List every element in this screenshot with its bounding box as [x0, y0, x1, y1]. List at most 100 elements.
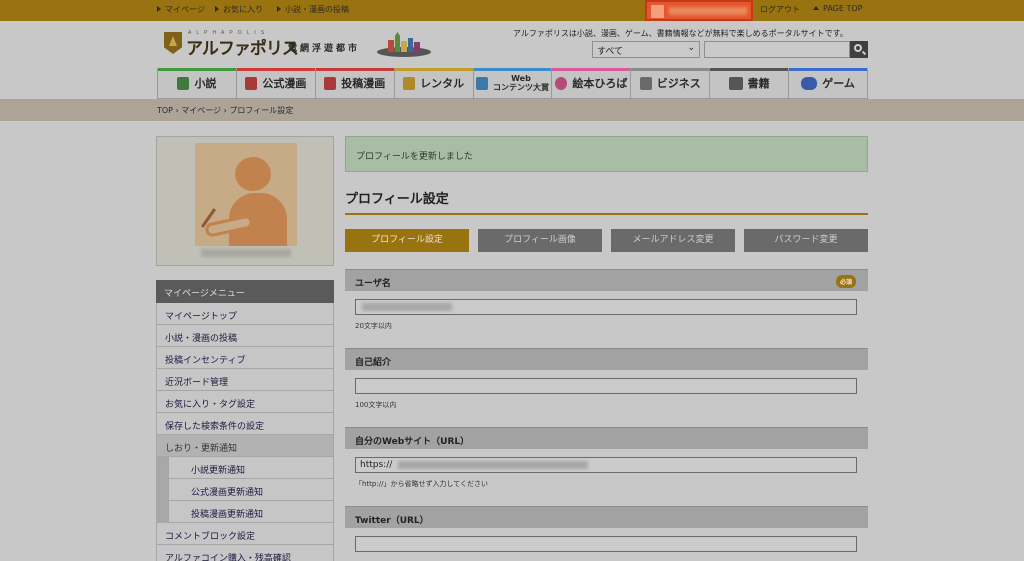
bio-section-header: 自己紹介: [345, 348, 868, 370]
favorites-link-label: お気に入り: [223, 5, 263, 14]
nav-tab-label: 書籍: [747, 77, 770, 90]
search-input[interactable]: [704, 41, 850, 58]
bio-hint: 100文字以内: [355, 401, 397, 409]
logo-city-text: 電網浮遊都市: [288, 44, 361, 54]
breadcrumb[interactable]: TOP › マイページ › プロフィール設定: [157, 105, 293, 116]
sidebar-item-status-board[interactable]: 近況ボード管理: [156, 369, 334, 391]
logout-link[interactable]: ログアウト: [760, 4, 800, 15]
nav-tab-label: レンタル: [420, 77, 465, 90]
nav-tab-label: 小説: [194, 77, 217, 90]
post-link-label: 小説・漫画の投稿: [285, 5, 349, 14]
city-illustration-icon: [377, 32, 431, 57]
manga-post-icon: [324, 76, 337, 90]
website-field[interactable]: https://: [355, 457, 857, 473]
search-scope-value: すべて: [597, 47, 624, 57]
site-tagline: アルファポリスは小説、漫画、ゲーム、書籍情報などが無料で楽しめるポータルサイトで…: [513, 29, 848, 38]
page-top-link[interactable]: PAGE TOP: [813, 4, 862, 13]
tab-password-change[interactable]: パスワード変更: [744, 229, 868, 252]
bio-label: 自己紹介: [355, 358, 392, 368]
tab-profile-image[interactable]: プロフィール画像: [478, 229, 602, 252]
username-hint: 20文字以内: [355, 322, 392, 330]
website-label: 自分のWebサイト（URL）: [355, 437, 470, 447]
nav-tab-label: ビジネス: [656, 77, 701, 90]
main-content: プロフィールを更新しました プロフィール設定 プロフィール設定 プロフィール画像…: [345, 136, 868, 552]
nav-tab-label: 絵本ひろば: [572, 77, 628, 90]
chevron-down-icon: ⌄: [687, 43, 695, 53]
avatar-head-shape: [235, 157, 271, 191]
nav-tab-label: 投稿漫画: [341, 77, 386, 90]
sidebar-item-saved-search[interactable]: 保存した検索条件の設定: [156, 413, 334, 435]
search-icon: [854, 44, 862, 52]
nav-tab-books[interactable]: 書籍: [710, 68, 790, 99]
website-section-header: 自分のWebサイト（URL）: [345, 427, 868, 449]
nav-tab-web-contents-award[interactable]: Web コンテンツ大賞: [473, 68, 553, 99]
arrow-up-icon: [813, 6, 819, 10]
sidebar-item-alpha-coin[interactable]: アルファコイン購入・残高確認: [156, 545, 334, 561]
search-scope-select[interactable]: すべて ⌄: [592, 41, 700, 58]
site-logo[interactable]: ALPHAPOLIS アルファポリス 電網浮遊都市: [164, 30, 432, 60]
user-avatar-icon: [651, 5, 664, 18]
nav-tab-business[interactable]: ビジネス: [631, 68, 711, 99]
profile-card: [156, 136, 334, 266]
twitter-label: Twitter（URL）: [355, 516, 429, 526]
twitter-field[interactable]: [355, 536, 857, 552]
profile-name-redacted: [201, 249, 291, 257]
twitter-section-header: Twitter（URL）: [345, 506, 868, 528]
page-top-label: PAGE TOP: [823, 4, 863, 13]
profile-avatar[interactable]: [195, 143, 297, 246]
nav-tab-game[interactable]: ゲーム: [789, 68, 869, 99]
gamepad-icon: [801, 76, 818, 90]
website-value: https://: [360, 460, 393, 470]
website-hint: 「http://」から省略せず入力してください: [355, 480, 489, 488]
sidebar-subitems: 小説更新通知 公式漫画更新通知 投稿漫画更新通知: [156, 457, 334, 523]
bio-field[interactable]: [355, 378, 857, 394]
sidebar-item-posted-manga-updates[interactable]: 投稿漫画更新通知: [168, 501, 334, 523]
success-notice: プロフィールを更新しました: [345, 136, 868, 172]
sidebar-item-mypage-top[interactable]: マイページトップ: [156, 303, 334, 325]
mypage-link-label: マイページ: [165, 5, 205, 14]
user-name-redacted: [669, 7, 747, 15]
nav-tab-novel[interactable]: 小説: [157, 68, 237, 99]
username-label: ユーザ名: [355, 279, 391, 289]
sidebar-item-official-manga-updates[interactable]: 公式漫画更新通知: [168, 479, 334, 501]
user-account-box[interactable]: [645, 0, 753, 21]
nav-tab-label-line2: コンテンツ大賞: [493, 83, 549, 92]
manga-icon: [245, 76, 258, 90]
search-button[interactable]: [850, 41, 868, 58]
sidebar: マイページメニュー マイページトップ 小説・漫画の投稿 投稿インセンティブ 近況…: [156, 136, 334, 561]
alphapolis-emblem-icon: [164, 32, 182, 54]
username-section-header: ユーザ名 必須: [345, 269, 868, 291]
mypage-link[interactable]: マイページ: [157, 4, 205, 15]
picture-book-icon: [555, 76, 568, 90]
sidebar-group-bookmarks: しおり・更新通知: [156, 435, 334, 457]
tab-profile-settings[interactable]: プロフィール設定: [345, 229, 469, 252]
tab-email-change[interactable]: メールアドレス変更: [611, 229, 735, 252]
username-value-redacted: [362, 303, 452, 311]
trophy-icon: [476, 76, 488, 90]
nav-tab-rental[interactable]: レンタル: [394, 68, 474, 99]
sidebar-item-post[interactable]: 小説・漫画の投稿: [156, 325, 334, 347]
website-value-redacted: [398, 461, 588, 469]
profile-tabs: プロフィール設定 プロフィール画像 メールアドレス変更 パスワード変更: [345, 229, 868, 252]
sidebar-item-incentive[interactable]: 投稿インセンティブ: [156, 347, 334, 369]
site-header: ALPHAPOLIS アルファポリス 電網浮遊都市 アルファポリスは小説、漫画、…: [0, 21, 1024, 68]
global-nav: 小説 公式漫画 投稿漫画 レンタル Web コンテンツ大賞 絵本ひろば ビジネス …: [157, 68, 869, 99]
page-title: プロフィール設定: [345, 188, 868, 215]
nav-tab-label: ゲーム: [822, 77, 855, 90]
username-field[interactable]: [355, 299, 857, 315]
post-link[interactable]: 小説・漫画の投稿: [277, 4, 349, 15]
book-icon: [177, 76, 190, 90]
mypage-menu-title: マイページメニュー: [156, 280, 334, 303]
nav-tab-official-manga[interactable]: 公式漫画: [236, 68, 316, 99]
required-badge: 必須: [835, 275, 856, 288]
bar-chart-icon: [639, 76, 652, 90]
nav-tab-posted-manga[interactable]: 投稿漫画: [315, 68, 395, 99]
nav-tab-picture-book[interactable]: 絵本ひろば: [552, 68, 632, 99]
nav-tab-label: 公式漫画: [262, 77, 307, 90]
sidebar-item-favorites-tags[interactable]: お気に入り・タグ設定: [156, 391, 334, 413]
sidebar-item-novel-updates[interactable]: 小説更新通知: [168, 457, 334, 479]
open-book-icon: [728, 76, 743, 90]
sidebar-item-comment-block[interactable]: コメントブロック設定: [156, 523, 334, 545]
favorites-link[interactable]: お気に入り: [215, 4, 263, 15]
nav-tab-label-line1: Web: [511, 74, 531, 83]
